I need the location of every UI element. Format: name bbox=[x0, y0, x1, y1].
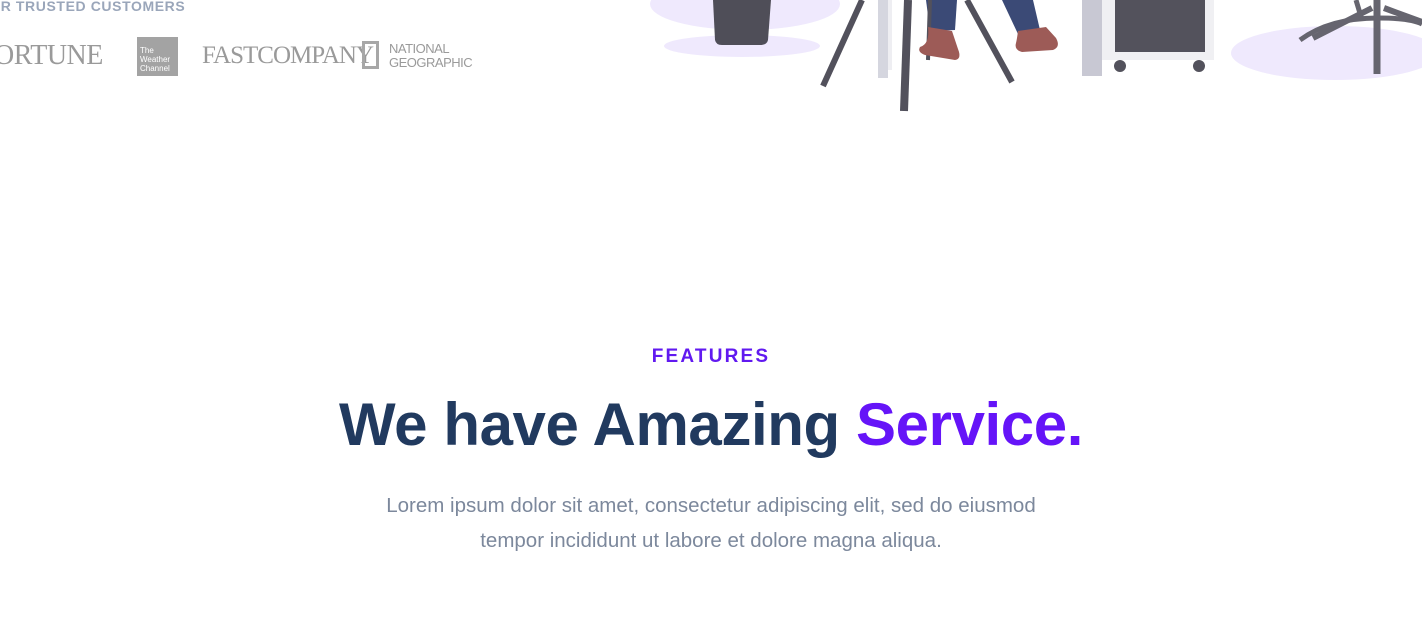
weather-channel-logo: The Weather Channel bbox=[137, 37, 178, 76]
fortune-logo: ORTUNE bbox=[0, 40, 103, 71]
fast-company-logo: FASTCOMPANY bbox=[202, 42, 374, 69]
weather-logo-line: The bbox=[140, 46, 154, 55]
natgeo-line: NATIONAL bbox=[389, 41, 450, 56]
shoe-icon bbox=[919, 27, 960, 60]
easel-leg bbox=[964, 0, 1015, 84]
cabinet-side bbox=[1082, 0, 1102, 76]
page: UR TRUSTED CUSTOMERS ORTUNE The Weather … bbox=[0, 0, 1422, 623]
weather-logo-line: Weather bbox=[140, 55, 171, 64]
shoe-icon bbox=[1015, 27, 1058, 52]
features-headline: We have Amazing Service. bbox=[0, 390, 1422, 460]
cabinet-drawer bbox=[1115, 0, 1205, 52]
cabinet-wheel bbox=[1114, 60, 1126, 72]
office-illustration bbox=[650, 0, 1422, 112]
headline-accent-text: Service. bbox=[856, 391, 1084, 458]
easel-leg bbox=[900, 0, 912, 112]
cabinet-wheel bbox=[1193, 60, 1205, 72]
board-panel bbox=[878, 0, 888, 78]
features-description: Lorem ipsum dolor sit amet, consectetur … bbox=[386, 494, 1036, 552]
natgeo-line: GEOGRAPHIC bbox=[389, 55, 473, 70]
natgeo-wordmark: NATIONAL GEOGRAPHIC bbox=[389, 41, 473, 70]
plant-pot-icon bbox=[713, 0, 771, 45]
features-section: FEATURES We have Amazing Service. Lorem … bbox=[0, 340, 1422, 558]
features-eyebrow: FEATURES bbox=[651, 346, 771, 367]
weather-logo-line: Channel bbox=[140, 64, 170, 73]
board-panel-edge bbox=[888, 0, 892, 70]
trusted-customers-label: UR TRUSTED CUSTOMERS bbox=[0, 0, 186, 14]
headline-main-text: We have Amazing bbox=[338, 391, 857, 458]
natgeo-frame-icon bbox=[362, 41, 379, 69]
